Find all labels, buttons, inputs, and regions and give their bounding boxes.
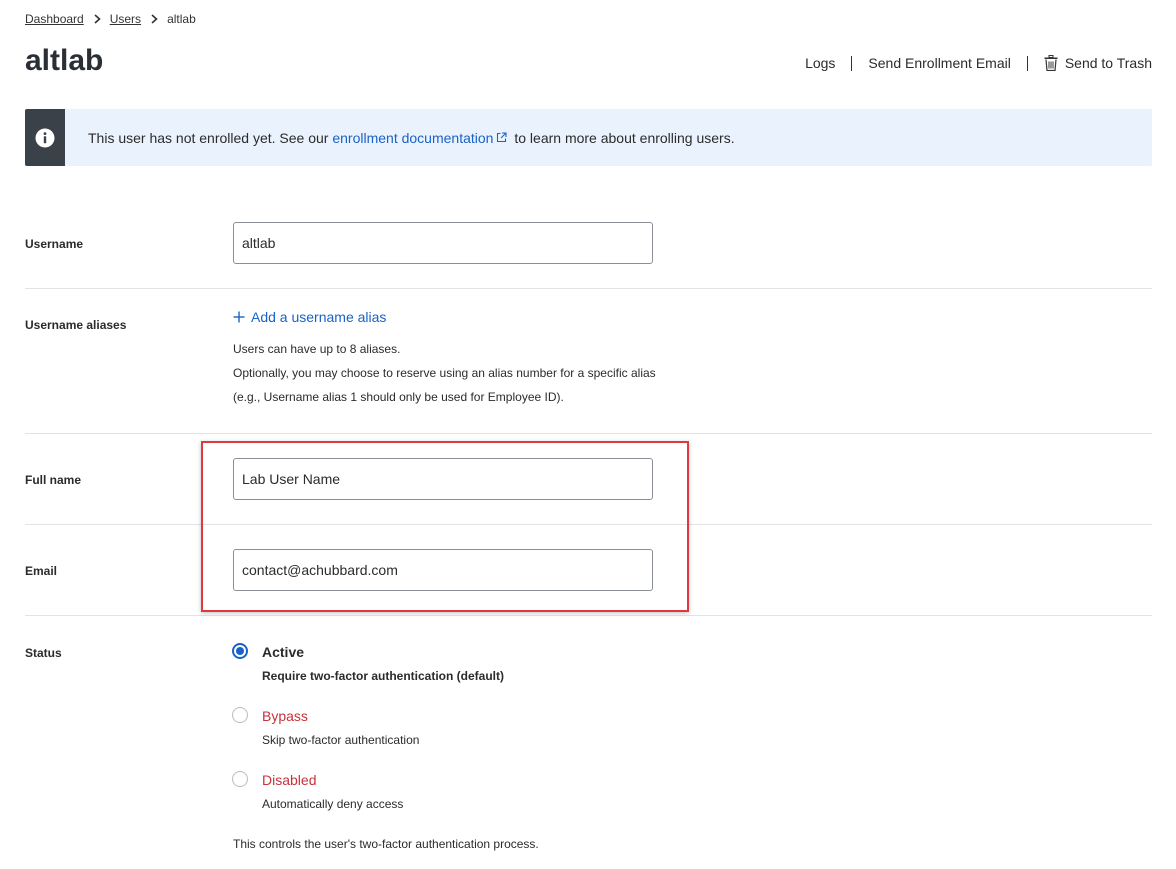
send-enrollment-email-link[interactable]: Send Enrollment Email xyxy=(868,55,1010,71)
status-label: Status xyxy=(25,646,62,660)
status-help-text: This controls the user's two-factor auth… xyxy=(233,837,539,851)
divider xyxy=(25,288,1152,289)
status-bypass-title: Bypass xyxy=(262,708,308,724)
status-active-radio[interactable] xyxy=(232,643,248,659)
divider xyxy=(25,615,1152,616)
status-bypass-desc: Skip two-factor authentication xyxy=(262,733,420,747)
status-active-title: Active xyxy=(262,644,305,660)
chevron-right-icon xyxy=(93,14,102,24)
status-active-desc: Require two-factor authentication (defau… xyxy=(262,669,505,683)
enrollment-info-banner: This user has not enrolled yet. See our … xyxy=(25,109,1152,166)
logs-link[interactable]: Logs xyxy=(805,55,835,71)
plus-icon xyxy=(233,311,245,323)
banner-text-after: to learn more about enrolling users. xyxy=(510,129,735,146)
aliases-help-text: Optionally, you may choose to reserve us… xyxy=(233,366,656,380)
info-icon xyxy=(35,128,55,147)
aliases-help-text: Users can have up to 8 aliases. xyxy=(233,342,401,356)
divider xyxy=(25,433,1152,434)
send-to-trash-label: Send to Trash xyxy=(1064,55,1152,71)
enrollment-documentation-link[interactable]: enrollment documentation xyxy=(332,130,510,146)
email-label: Email xyxy=(25,564,58,578)
header-actions: Logs Send Enrollment Email Send to Trash xyxy=(805,55,1152,71)
divider xyxy=(1026,55,1028,71)
full-name-input[interactable] xyxy=(233,458,653,500)
banner-text-before: This user has not enrolled yet. See our xyxy=(88,129,333,146)
banner-message: This user has not enrolled yet. See our … xyxy=(88,130,735,146)
username-label: Username xyxy=(25,237,84,251)
breadcrumb: Dashboard Users altlab xyxy=(25,12,196,26)
status-disabled-title: Disabled xyxy=(262,772,317,788)
username-aliases-label: Username aliases xyxy=(25,318,127,332)
enrollment-documentation-label: enrollment documentation xyxy=(332,129,494,146)
chevron-right-icon xyxy=(150,14,159,24)
status-disabled-radio[interactable] xyxy=(232,771,248,787)
page-title: altlab xyxy=(25,44,104,77)
info-icon-cell xyxy=(25,109,65,166)
username-input[interactable] xyxy=(233,222,653,264)
full-name-label: Full name xyxy=(25,473,82,487)
add-username-alias-label: Add a username alias xyxy=(251,309,387,325)
divider xyxy=(25,524,1152,525)
breadcrumb-dashboard-link[interactable]: Dashboard xyxy=(25,12,84,26)
aliases-help-text: (e.g., Username alias 1 should only be u… xyxy=(233,390,564,404)
trash-icon xyxy=(1044,55,1058,71)
breadcrumb-current: altlab xyxy=(167,12,196,26)
status-bypass-radio[interactable] xyxy=(232,707,248,723)
send-to-trash-button[interactable]: Send to Trash xyxy=(1044,55,1152,71)
email-input[interactable] xyxy=(233,549,653,591)
add-username-alias-link[interactable]: Add a username alias xyxy=(233,309,386,325)
divider xyxy=(851,55,853,71)
status-disabled-desc: Automatically deny access xyxy=(262,797,404,811)
breadcrumb-users-link[interactable]: Users xyxy=(110,12,141,26)
external-link-icon xyxy=(496,132,508,143)
